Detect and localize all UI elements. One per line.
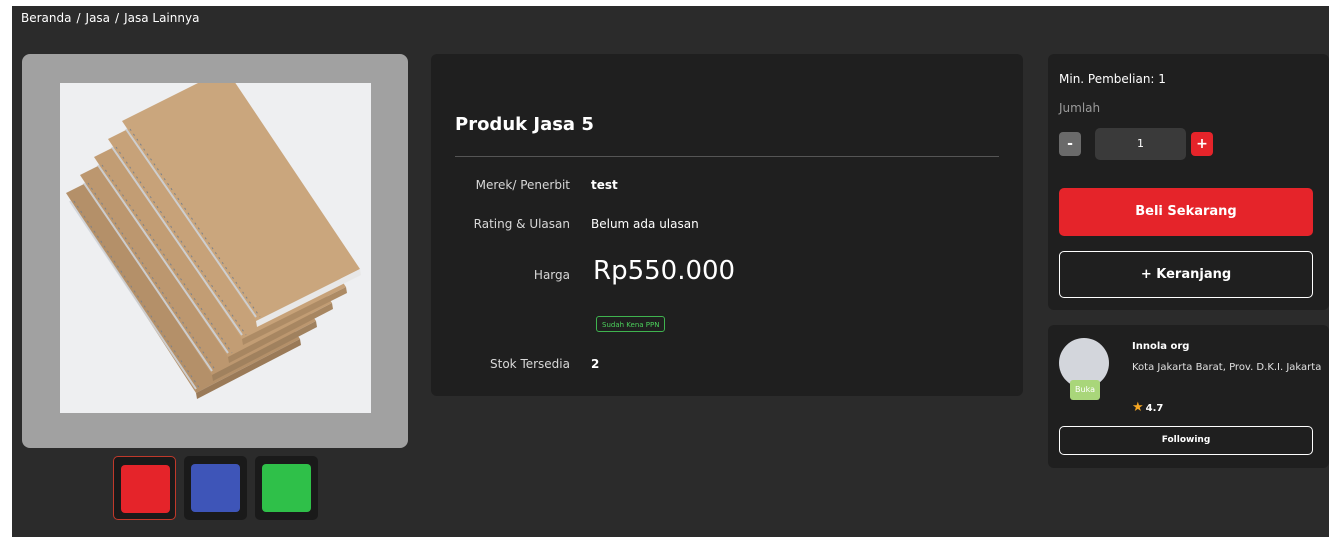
product-info-card: Produk Jasa 5 Merek/ Penerbit test Ratin… bbox=[431, 54, 1023, 396]
divider bbox=[455, 156, 999, 157]
seller-card: Buka Innola org Kota Jakarta Barat, Prov… bbox=[1048, 325, 1329, 468]
quantity-input[interactable]: 1 bbox=[1095, 128, 1186, 160]
brand-value: test bbox=[591, 178, 618, 192]
product-title: Produk Jasa 5 bbox=[455, 114, 594, 135]
breadcrumb: Beranda / Jasa / Jasa Lainnya bbox=[21, 11, 199, 25]
rating-value: Belum ada ulasan bbox=[591, 217, 699, 231]
thumbnail-1[interactable] bbox=[113, 456, 176, 520]
star-icon: ★ bbox=[1132, 400, 1144, 415]
breadcrumb-separator: / bbox=[76, 11, 81, 25]
tax-badge: Sudah Kena PPN bbox=[596, 316, 666, 332]
breadcrumb-item-home[interactable]: Beranda bbox=[21, 11, 71, 25]
price-value: Rp550.000 bbox=[593, 256, 736, 286]
thumbnail-swatch bbox=[191, 464, 240, 512]
add-to-cart-button[interactable]: + Keranjang bbox=[1059, 251, 1313, 298]
store-status-badge: Buka bbox=[1070, 380, 1100, 400]
quantity-increase-button[interactable]: + bbox=[1191, 132, 1213, 156]
breadcrumb-item-jasa[interactable]: Jasa bbox=[86, 11, 111, 25]
breadcrumb-separator: / bbox=[115, 11, 120, 25]
follow-button[interactable]: Following bbox=[1059, 426, 1313, 455]
thumbnail-swatch bbox=[121, 465, 170, 513]
thumbnail-3[interactable] bbox=[255, 456, 318, 520]
seller-location: Kota Jakarta Barat, Prov. D.K.I. Jakarta bbox=[1132, 362, 1322, 373]
stock-label: Stok Tersedia bbox=[490, 357, 570, 371]
min-purchase-text: Min. Pembelian: 1 bbox=[1059, 72, 1166, 86]
product-image[interactable] bbox=[60, 83, 371, 413]
stock-value: 2 bbox=[591, 357, 600, 371]
buy-now-button[interactable]: Beli Sekarang bbox=[1059, 188, 1313, 236]
product-image-panel bbox=[22, 54, 408, 448]
rating-label: Rating & Ulasan bbox=[473, 217, 570, 231]
seller-name[interactable]: Innola org bbox=[1132, 341, 1189, 352]
seller-rating: ★ 4.7 bbox=[1132, 400, 1163, 415]
thumbnail-swatch bbox=[262, 464, 311, 512]
thumbnail-2[interactable] bbox=[184, 456, 247, 520]
product-page: Beranda / Jasa / Jasa Lainnya Produk Jas… bbox=[12, 6, 1329, 537]
quantity-label: Jumlah bbox=[1059, 101, 1101, 115]
purchase-card: Min. Pembelian: 1 Jumlah - 1 + Beli Seka… bbox=[1048, 54, 1329, 310]
quantity-decrease-button[interactable]: - bbox=[1059, 132, 1081, 156]
seller-rating-value: 4.7 bbox=[1145, 403, 1164, 414]
brand-label: Merek/ Penerbit bbox=[475, 178, 570, 192]
breadcrumb-item-jasa-lainnya[interactable]: Jasa Lainnya bbox=[124, 11, 199, 25]
price-label: Harga bbox=[533, 268, 570, 282]
